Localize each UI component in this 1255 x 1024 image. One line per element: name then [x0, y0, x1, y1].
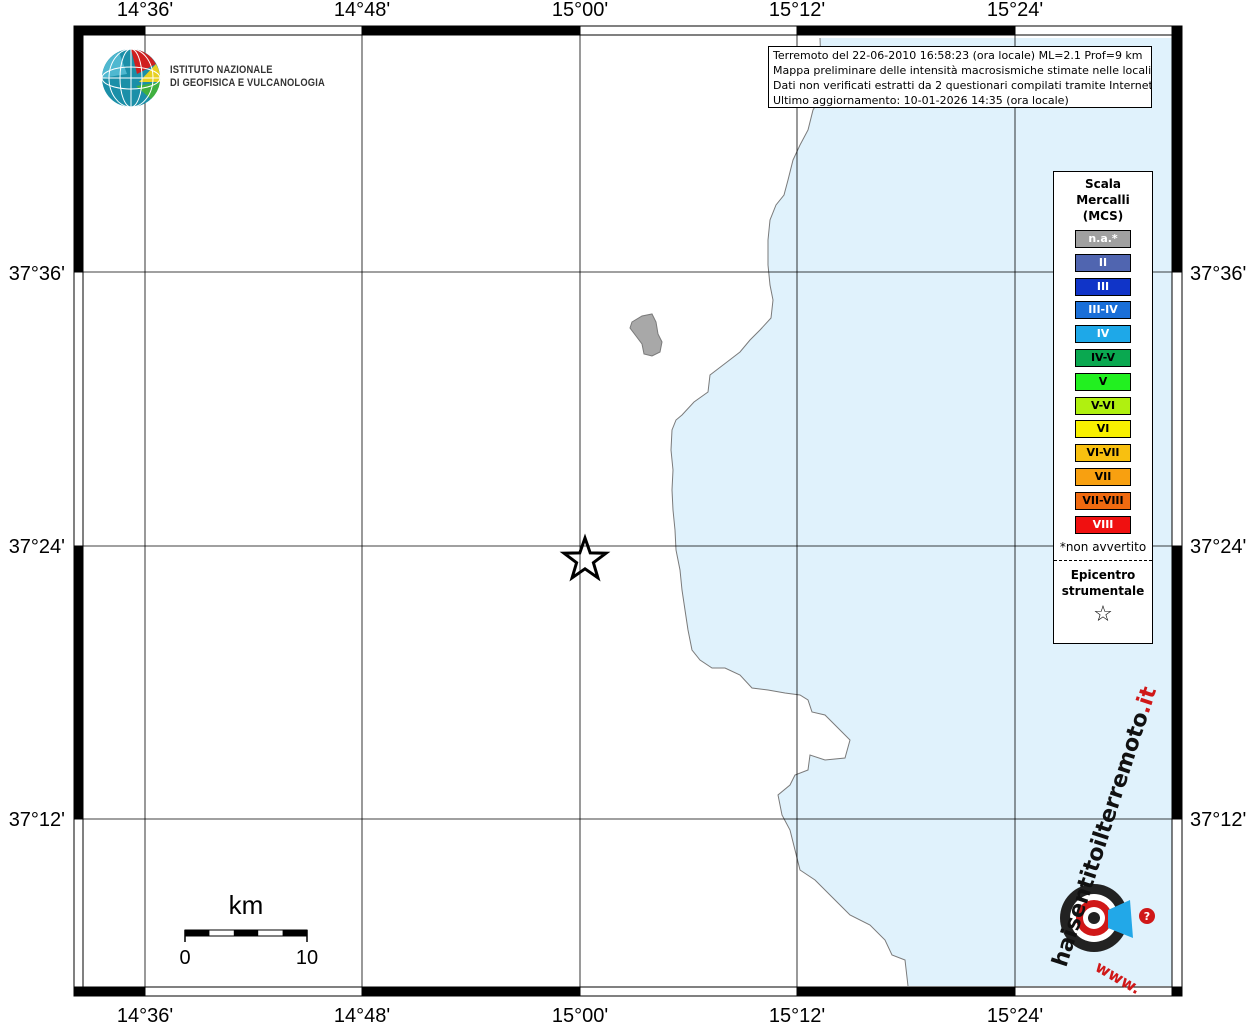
lon-tick-label: 15°12'	[769, 0, 825, 21]
lat-tick-label: 37°36'	[9, 263, 65, 285]
frame-segment	[1171, 818, 1183, 988]
info-line: Mappa preliminare delle intensità macros…	[773, 64, 1152, 77]
ingv-name-line2: DI GEOFISICA E VULCANOLOGIA	[170, 77, 325, 89]
legend-item: VII-VIII	[1075, 491, 1131, 510]
legend-item: n.a.*	[1075, 230, 1131, 248]
star-icon[interactable]	[559, 533, 611, 582]
legend-item: VII	[1075, 467, 1131, 486]
legend-item: VIII	[1075, 515, 1131, 534]
lon-tick-label: 15°00'	[552, 0, 608, 21]
lat-tick-label: 37°24'	[1190, 536, 1246, 558]
legend-item: IV	[1075, 325, 1131, 344]
scale-bar: km 0 10	[179, 890, 318, 969]
frame-segment	[144, 986, 363, 997]
legend-epicenter-line: Epicentro	[1070, 567, 1136, 582]
frame-segment	[144, 25, 363, 36]
legend-items: n.a.* II III III-IV IV IV-V V V-VI VI VI-VII VII VI…	[1054, 230, 1152, 534]
legend-item: VI-VII	[1075, 444, 1131, 463]
legend-item: III-IV	[1075, 301, 1131, 320]
legend-title: Scala Mercalli (MCS)	[1054, 176, 1152, 224]
frame-segment	[579, 25, 798, 36]
legend-item: VI	[1075, 420, 1131, 439]
info-line: Terremoto del 22-06-2010 16:58:23 (ora l…	[773, 49, 1143, 62]
lon-tick-label: 14°36'	[117, 0, 173, 21]
legend-title-line: Mercalli	[1076, 193, 1130, 207]
lat-tick-label: 37°12'	[9, 809, 65, 831]
legend-epicenter-line: strumentale	[1061, 583, 1145, 598]
frame-segment	[579, 986, 798, 997]
frame-segment	[1171, 271, 1183, 547]
legend-title-line: Scala	[1084, 177, 1122, 191]
lon-tick-label: 15°24'	[987, 1005, 1043, 1024]
frame-segment	[361, 25, 581, 36]
lon-tick-label: 15°12'	[769, 1005, 825, 1024]
lon-labels-bottom: 14°36' 14°48' 15°00' 15°12' 15°24'	[117, 1005, 1043, 1024]
frame-segment	[82, 25, 146, 36]
frame-segment	[82, 986, 146, 997]
ingv-globe-icon	[101, 48, 161, 108]
legend-note: *non avvertito	[1059, 539, 1147, 554]
lat-tick-label: 37°24'	[9, 536, 65, 558]
intensity-legend: Scala Mercalli (MCS) n.a.* II III III-IV IV I…	[1053, 171, 1153, 644]
legend-item: III	[1075, 277, 1131, 296]
scale-max-label: 10	[296, 947, 318, 969]
frame-segment	[73, 34, 84, 273]
lat-labels-right: 37°36' 37°24' 37°12'	[1190, 263, 1246, 831]
frame-segment	[74, 987, 83, 996]
legend-title-line: (MCS)	[1082, 209, 1124, 223]
scale-unit: km	[229, 890, 264, 920]
frame-segment	[1171, 545, 1183, 820]
lon-labels-top: 14°36' 14°48' 15°00' 15°12' 15°24'	[117, 0, 1043, 21]
frame-segment	[796, 25, 1016, 36]
lon-tick-label: 14°48'	[334, 0, 390, 21]
star-outline-icon: ☆	[1093, 601, 1113, 627]
scale-min-label: 0	[179, 947, 190, 969]
info-line: Dati non verificati estratti da 2 questi…	[773, 79, 1152, 92]
frame-segment	[74, 26, 83, 35]
legend-item: V-VI	[1075, 396, 1131, 415]
legend-item: II	[1075, 253, 1131, 272]
lon-tick-label: 15°00'	[552, 1005, 608, 1024]
lon-tick-label: 14°36'	[117, 1005, 173, 1024]
legend-divider	[1054, 559, 1152, 561]
frame-segment	[73, 271, 84, 547]
lat-tick-label: 37°12'	[1190, 809, 1246, 831]
frame-segment	[1172, 26, 1182, 35]
ingv-name-line1: ISTITUTO NAZIONALE	[170, 64, 273, 76]
lat-labels-left: 37°36' 37°24' 37°12'	[9, 263, 65, 831]
frame-segment	[73, 818, 84, 988]
frame-segment	[1014, 986, 1173, 997]
ingv-name: ISTITUTO NAZIONALE DI GEOFISICA E VULCAN…	[170, 64, 352, 90]
frame-segment	[796, 986, 1016, 997]
svg-text:?: ?	[1144, 910, 1150, 923]
lat-tick-label: 37°36'	[1190, 263, 1246, 285]
frame-segment	[1014, 25, 1173, 36]
legend-epicenter-label: Epicentro strumentale	[1054, 567, 1152, 599]
lon-tick-label: 15°24'	[987, 0, 1043, 21]
event-info-box: Terremoto del 22-06-2010 16:58:23 (ora l…	[768, 46, 1152, 108]
legend-item: IV-V	[1075, 348, 1131, 367]
island	[629, 313, 663, 357]
lon-tick-label: 14°48'	[334, 1005, 390, 1024]
frame-segment	[73, 545, 84, 820]
frame-segment	[1172, 987, 1182, 996]
legend-item: V	[1075, 372, 1131, 391]
frame-segment	[361, 986, 581, 997]
frame-segment	[1171, 34, 1183, 273]
info-line: Ultimo aggiornamento: 10-01-2026 14:35 (…	[773, 94, 1069, 107]
